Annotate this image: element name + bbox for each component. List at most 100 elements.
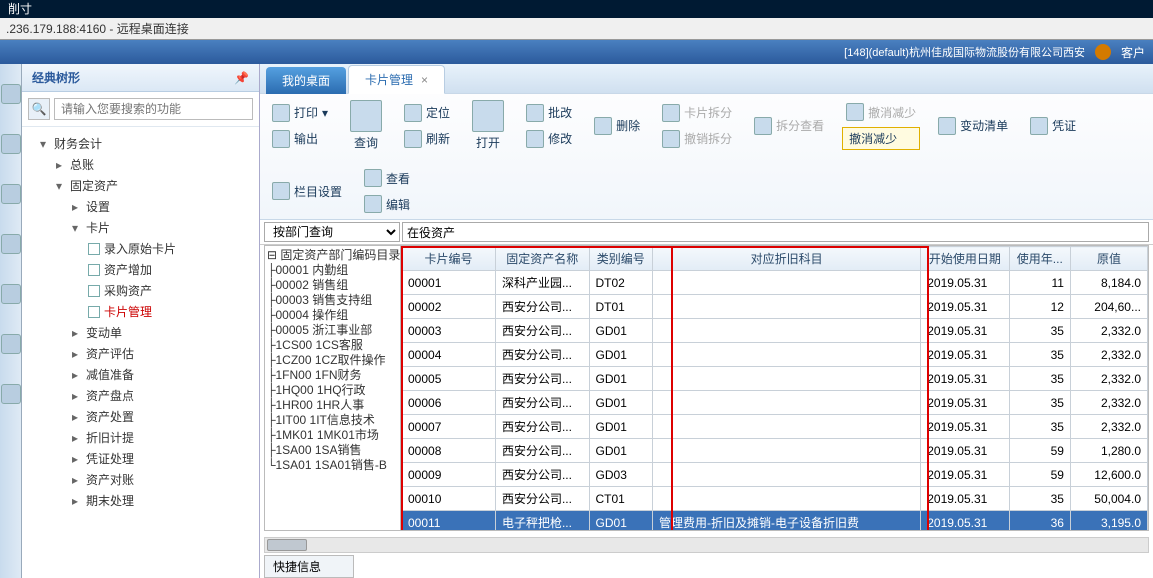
- cell: 204,60...: [1070, 295, 1147, 319]
- table-row[interactable]: 00006西安分公司...GD012019.05.31352,332.0: [402, 391, 1148, 415]
- dept-node[interactable]: ├00005 浙江事业部: [267, 323, 398, 338]
- tree-node[interactable]: 卡片管理: [26, 301, 255, 322]
- col-header[interactable]: 开始使用日期: [921, 247, 1009, 271]
- tree-node[interactable]: ▸期末处理: [26, 490, 255, 511]
- dept-node[interactable]: └1SA01 1SA01销售-B: [267, 458, 398, 473]
- table-row[interactable]: 00010西安分公司...CT012019.05.313550,004.0: [402, 487, 1148, 511]
- tree-node[interactable]: ▸资产评估: [26, 343, 255, 364]
- dept-node[interactable]: ├1SA00 1SA销售: [267, 443, 398, 458]
- batch-button[interactable]: 批改: [522, 102, 576, 124]
- col-header[interactable]: 固定资产名称: [495, 247, 589, 271]
- tree-node[interactable]: ▸资产盘点: [26, 385, 255, 406]
- table-row[interactable]: 00002西安分公司...DT012019.05.3112204,60...: [402, 295, 1148, 319]
- customer-label[interactable]: 客户: [1121, 44, 1145, 61]
- cell: 00003: [402, 319, 496, 343]
- change-list-button[interactable]: 变动清单: [934, 98, 1012, 153]
- dept-node[interactable]: ├1HR00 1HR人事: [267, 398, 398, 413]
- tab-bar: 我的桌面 卡片管理×: [260, 64, 1153, 94]
- edit-button[interactable]: 编辑: [360, 193, 414, 215]
- dept-node[interactable]: ├1FN00 1FN财务: [267, 368, 398, 383]
- cell: 00002: [402, 295, 496, 319]
- dept-tree[interactable]: ⊟ 固定资产部门编码目录 ├00001 内勤组 ├00002 销售组 ├0000…: [265, 246, 401, 530]
- customer-icon[interactable]: [1095, 44, 1111, 60]
- dept-node[interactable]: ├00003 销售支持组: [267, 293, 398, 308]
- dept-node[interactable]: ├1CZ00 1CZ取件操作: [267, 353, 398, 368]
- tree-node[interactable]: ▾固定资产: [26, 175, 255, 196]
- tree-node[interactable]: ▸变动单: [26, 322, 255, 343]
- data-grid[interactable]: 卡片编号固定资产名称类别编号对应折旧科目开始使用日期使用年...原值00001深…: [401, 246, 1148, 530]
- col-header[interactable]: 卡片编号: [402, 247, 496, 271]
- table-row[interactable]: 00009西安分公司...GD032019.05.315912,600.0: [402, 463, 1148, 487]
- dept-node[interactable]: ├00001 内勤组: [267, 263, 398, 278]
- dept-query-select[interactable]: 按部门查询: [264, 222, 400, 242]
- table-row[interactable]: 00001深科产业园...DT022019.05.31118,184.0: [402, 271, 1148, 295]
- col-header[interactable]: 原值: [1070, 247, 1147, 271]
- table-row[interactable]: 00005西安分公司...GD012019.05.31352,332.0: [402, 367, 1148, 391]
- tree-node[interactable]: ▾财务会计: [26, 133, 255, 154]
- rail-btn[interactable]: [1, 184, 21, 204]
- rail-btn[interactable]: [1, 384, 21, 404]
- cell: GD01: [589, 415, 652, 439]
- search-input[interactable]: [54, 98, 253, 120]
- cell: 00010: [402, 487, 496, 511]
- tree-node[interactable]: ▸总账: [26, 154, 255, 175]
- col-header[interactable]: 对应折旧科目: [652, 247, 920, 271]
- tree-node[interactable]: ▸凭证处理: [26, 448, 255, 469]
- rail-btn[interactable]: [1, 234, 21, 254]
- table-row[interactable]: 00004西安分公司...GD012019.05.31352,332.0: [402, 343, 1148, 367]
- tree-node[interactable]: ▸折旧计提: [26, 427, 255, 448]
- split-button[interactable]: 卡片拆分: [658, 102, 736, 124]
- tab-desktop[interactable]: 我的桌面: [266, 67, 346, 94]
- modify-button[interactable]: 修改: [522, 128, 576, 150]
- reduce-button[interactable]: 撤消减少: [842, 101, 920, 123]
- quick-info-tab[interactable]: 快捷信息: [264, 555, 354, 578]
- dept-node[interactable]: ├00002 销售组: [267, 278, 398, 293]
- rail-btn[interactable]: [1, 134, 21, 154]
- scroll-thumb[interactable]: [267, 539, 307, 551]
- tree-node[interactable]: ▸资产处置: [26, 406, 255, 427]
- dept-node[interactable]: ├1IT00 1IT信息技术: [267, 413, 398, 428]
- tree-node[interactable]: 采购资产: [26, 280, 255, 301]
- delete-button[interactable]: 删除: [590, 98, 644, 153]
- search-icon[interactable]: 🔍: [28, 98, 50, 120]
- table-row[interactable]: 00003西安分公司...GD012019.05.31352,332.0: [402, 319, 1148, 343]
- rail-btn[interactable]: [1, 284, 21, 304]
- table-row[interactable]: 00007西安分公司...GD012019.05.31352,332.0: [402, 415, 1148, 439]
- tree-node[interactable]: ▸减值准备: [26, 364, 255, 385]
- table-row[interactable]: 00011电子秤把枪...GD01管理费用-折旧及摊销-电子设备折旧费2019.…: [402, 511, 1148, 531]
- cell: 00001: [402, 271, 496, 295]
- export-button[interactable]: 输出: [268, 128, 332, 150]
- split-view-button[interactable]: 拆分查看: [750, 98, 828, 153]
- scrollbar-horizontal[interactable]: [264, 537, 1149, 553]
- view-button[interactable]: 查看: [360, 167, 414, 189]
- tree-node[interactable]: 资产增加: [26, 259, 255, 280]
- tree-node[interactable]: ▾卡片: [26, 217, 255, 238]
- pin-icon[interactable]: 📌: [234, 71, 249, 85]
- locate-button[interactable]: 定位: [400, 102, 454, 124]
- rail-btn[interactable]: [1, 84, 21, 104]
- dept-node[interactable]: ├1HQ00 1HQ行政: [267, 383, 398, 398]
- close-icon[interactable]: ×: [421, 73, 428, 87]
- refresh-button[interactable]: 刷新: [400, 128, 454, 150]
- voucher-button[interactable]: 凭证: [1026, 98, 1080, 153]
- rail-btn[interactable]: [1, 334, 21, 354]
- dept-node[interactable]: ├00004 操作组: [267, 308, 398, 323]
- query-button[interactable]: 查询: [346, 98, 386, 153]
- print-button[interactable]: 打印 ▾: [268, 102, 332, 124]
- column-set-button[interactable]: 栏目设置: [268, 167, 346, 215]
- table-row[interactable]: 00008西安分公司...GD012019.05.31591,280.0: [402, 439, 1148, 463]
- tree-node[interactable]: ▸设置: [26, 196, 255, 217]
- tab-card-mgmt[interactable]: 卡片管理×: [348, 65, 445, 94]
- dept-node[interactable]: ⊟ 固定资产部门编码目录: [267, 248, 398, 263]
- cancel-reduce-button[interactable]: 撤消减少: [842, 127, 920, 150]
- dept-node[interactable]: ├1MK01 1MK01市场: [267, 428, 398, 443]
- col-header[interactable]: 使用年...: [1009, 247, 1070, 271]
- col-header[interactable]: 类别编号: [589, 247, 652, 271]
- split-cancel-button[interactable]: 撤销拆分: [658, 128, 736, 150]
- dept-node[interactable]: ├1CS00 1CS客服: [267, 338, 398, 353]
- tree-node[interactable]: ▸资产对账: [26, 469, 255, 490]
- status-input[interactable]: [402, 222, 1149, 242]
- open-button[interactable]: 打开: [468, 98, 508, 153]
- tree-node[interactable]: 录入原始卡片: [26, 238, 255, 259]
- doc-icon: [88, 306, 100, 318]
